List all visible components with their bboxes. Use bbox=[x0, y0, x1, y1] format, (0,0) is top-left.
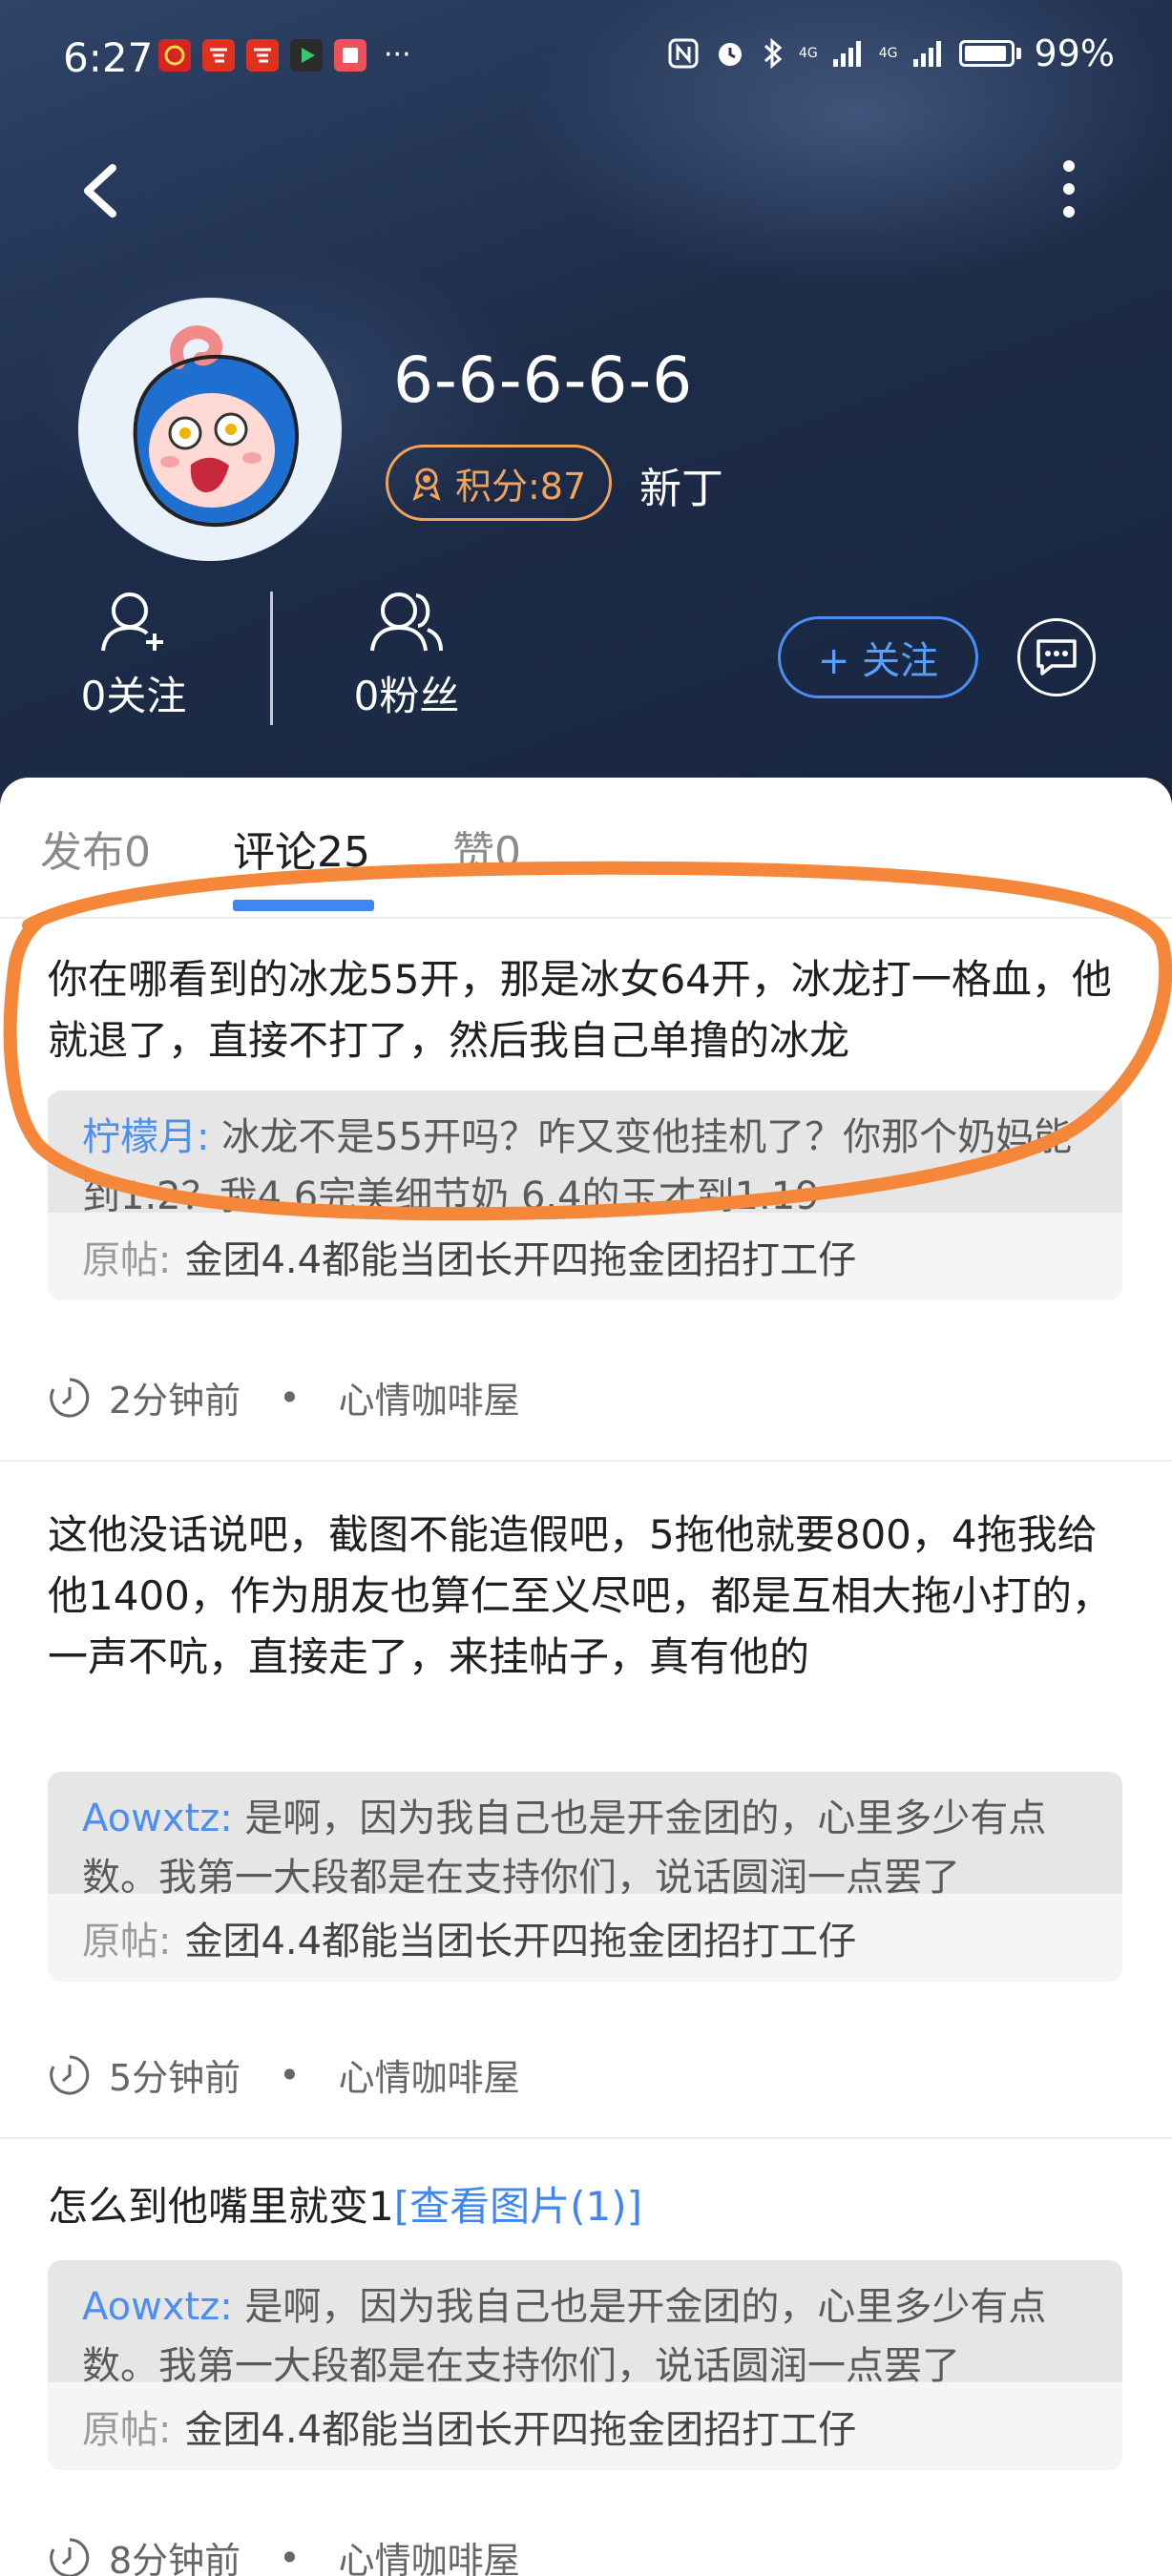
clock-icon bbox=[50, 2055, 90, 2094]
tab-likes[interactable]: 赞0 bbox=[452, 818, 521, 879]
signal-icon bbox=[912, 41, 941, 67]
original-post-link[interactable]: 原帖: 金团4.4都能当团长开四拖金团招打工仔 bbox=[48, 1213, 1122, 1300]
status-time: 6:27 bbox=[63, 34, 154, 81]
following-count: 0关注 bbox=[80, 673, 187, 719]
comment-text-body: 怎么到他嘴里就变1 bbox=[48, 2183, 394, 2230]
forum-name[interactable]: 心情咖啡屋 bbox=[339, 2048, 520, 2101]
network-label: 4G bbox=[799, 46, 818, 61]
comment-meta: 8分钟前 • 心情咖啡屋 bbox=[48, 2531, 520, 2576]
tab-bar: 发布0 评论25 赞0 bbox=[0, 778, 1172, 919]
following-stat[interactable]: 0关注 bbox=[48, 584, 220, 722]
comment-time: 2分钟前 bbox=[109, 1380, 241, 1422]
comment-time: 5分钟前 bbox=[109, 2057, 241, 2099]
meta-separator: • bbox=[279, 2053, 301, 2096]
vertical-dots-icon bbox=[1063, 160, 1075, 218]
stat-divider bbox=[270, 592, 273, 725]
meta-separator: • bbox=[279, 2536, 301, 2576]
reply-content: Aowxtz: 是啊，因为我自己也是开金团的，心里多少有点数。我第一大段都是在支… bbox=[48, 2260, 1122, 2382]
original-post-title: 金团4.4都能当团长开四拖金团招打工仔 bbox=[184, 1920, 857, 1963]
reply-username[interactable]: Aowxtz: bbox=[82, 1797, 233, 1840]
status-bar: 6:27 ··· 4G 4G 99% bbox=[0, 0, 1172, 114]
reply-quote: Aowxtz: 是啊，因为我自己也是开金团的，心里多少有点数。我第一大段都是在支… bbox=[48, 1772, 1122, 1982]
comment-text: 怎么到他嘴里就变1[查看图片(1)] bbox=[48, 2176, 1126, 2237]
comment-time: 8分钟前 bbox=[109, 2540, 241, 2576]
divider bbox=[0, 2137, 1172, 2139]
profile-header: 6:27 ··· 4G 4G 99% 6-6-6-6-6 积分:87 新丁 0关… bbox=[0, 0, 1172, 811]
back-button[interactable] bbox=[74, 153, 132, 229]
reply-username[interactable]: Aowxtz: bbox=[82, 2285, 233, 2329]
original-post-label: 原帖: bbox=[82, 1920, 172, 1963]
original-post-label: 原帖: bbox=[82, 2408, 172, 2452]
comment-meta: 5分钟前 • 心情咖啡屋 bbox=[48, 2048, 520, 2101]
reply-text: 冰龙不是55开吗？咋又变他挂机了？你那个奶妈能到1.2？我4.6完美细节奶 6.… bbox=[82, 1115, 1073, 1213]
comment-item[interactable]: 怎么到他嘴里就变1[查看图片(1)] Aowxtz: 是啊，因为我自己也是开金团… bbox=[0, 2142, 1172, 2504]
battery-percent: 99% bbox=[1034, 32, 1115, 74]
original-post-link[interactable]: 原帖: 金团4.4都能当团长开四拖金团招打工仔 bbox=[48, 1894, 1122, 1982]
forum-name[interactable]: 心情咖啡屋 bbox=[339, 1371, 520, 1423]
active-tab-indicator bbox=[233, 900, 374, 911]
original-post-title: 金团4.4都能当团长开四拖金团招打工仔 bbox=[184, 2408, 857, 2452]
network-label: 4G bbox=[878, 46, 898, 61]
taobao-icon bbox=[202, 38, 235, 72]
follow-button[interactable]: + 关注 bbox=[778, 616, 978, 698]
bluetooth-icon bbox=[764, 37, 783, 70]
avatar-cartoon-icon bbox=[133, 325, 299, 528]
more-options-button[interactable] bbox=[1050, 153, 1088, 229]
taobao-icon bbox=[246, 38, 279, 72]
battery-tip bbox=[1015, 48, 1021, 59]
username: 6-6-6-6-6 bbox=[393, 343, 694, 417]
tab-posts[interactable]: 发布0 bbox=[40, 818, 151, 879]
comment-meta: 2分钟前 • 心情咖啡屋 bbox=[48, 1371, 520, 1423]
message-button[interactable] bbox=[1017, 618, 1096, 696]
fans-stat[interactable]: 0粉丝 bbox=[321, 584, 492, 722]
nfc-icon bbox=[668, 38, 699, 69]
comment-text: 这他没话说吧，截图不能造假吧，5拖他就要800，4拖我给他1400，作为朋友也算… bbox=[48, 1511, 1112, 1680]
forum-name[interactable]: 心情咖啡屋 bbox=[339, 2531, 520, 2576]
alarm-icon bbox=[719, 43, 742, 66]
reply-quote: Aowxtz: 是啊，因为我自己也是开金团的，心里多少有点数。我第一大段都是在支… bbox=[48, 2260, 1122, 2470]
reply-content: Aowxtz: 是啊，因为我自己也是开金团的，心里多少有点数。我第一大段都是在支… bbox=[48, 1772, 1122, 1894]
content-panel: 发布0 评论25 赞0 你在哪看到的冰龙55开，那是冰女64开，冰龙打一格血，他… bbox=[0, 778, 1172, 2576]
clock-icon bbox=[50, 2538, 90, 2576]
reply-username[interactable]: 柠檬月: bbox=[82, 1115, 209, 1159]
original-post-link[interactable]: 原帖: 金团4.4都能当团长开四拖金团招打工仔 bbox=[48, 2382, 1122, 2470]
original-post-title: 金团4.4都能当团长开四拖金团招打工仔 bbox=[184, 1238, 857, 1282]
video-app-icon bbox=[290, 38, 323, 72]
users-icon bbox=[370, 592, 443, 652]
comment-text: 你在哪看到的冰龙55开，那是冰女64开，冰龙打一格血，他就退了，直接不打了，然后… bbox=[48, 956, 1112, 1064]
original-post-label: 原帖: bbox=[82, 1238, 172, 1282]
back-arrow-icon bbox=[84, 164, 116, 218]
battery-icon bbox=[958, 40, 1015, 67]
reader-app-icon bbox=[334, 38, 366, 72]
medal-icon bbox=[412, 467, 441, 501]
chat-bubble-icon bbox=[1036, 639, 1077, 675]
clock-icon bbox=[50, 1378, 90, 1417]
divider bbox=[0, 1460, 1172, 1462]
points-label: 积分:87 bbox=[455, 465, 587, 508]
more-notifications-icon: ··· bbox=[384, 38, 411, 72]
comment-item[interactable]: 你在哪看到的冰龙55开，那是冰女64开，冰龙打一格血，他就退了，直接不打了，然后… bbox=[0, 921, 1172, 1300]
user-level: 新丁 bbox=[639, 465, 723, 513]
avatar[interactable] bbox=[78, 298, 342, 561]
signal-icon bbox=[832, 41, 861, 67]
reply-quote: 柠檬月: 冰龙不是55开吗？咋又变他挂机了？你那个奶妈能到1.2？我4.6完美细… bbox=[48, 1091, 1122, 1300]
meta-separator: • bbox=[279, 1376, 301, 1419]
app-notification-icon bbox=[158, 38, 191, 72]
tab-comments[interactable]: 评论25 bbox=[233, 818, 370, 879]
view-image-link[interactable]: [查看图片(1)] bbox=[394, 2183, 642, 2230]
user-plus-icon bbox=[101, 592, 163, 652]
system-icons: 4G 4G 99% bbox=[667, 32, 1115, 74]
reply-content: 柠檬月: 冰龙不是55开吗？咋又变他挂机了？你那个奶妈能到1.2？我4.6完美细… bbox=[48, 1091, 1122, 1213]
notification-icons: ··· bbox=[158, 38, 411, 72]
points-badge[interactable]: 积分:87 bbox=[386, 445, 613, 521]
fans-count: 0粉丝 bbox=[353, 673, 460, 719]
comment-item[interactable]: 这他没话说吧，截图不能造假吧，5拖他就要800，4拖我给他1400，作为朋友也算… bbox=[0, 1465, 1172, 1982]
